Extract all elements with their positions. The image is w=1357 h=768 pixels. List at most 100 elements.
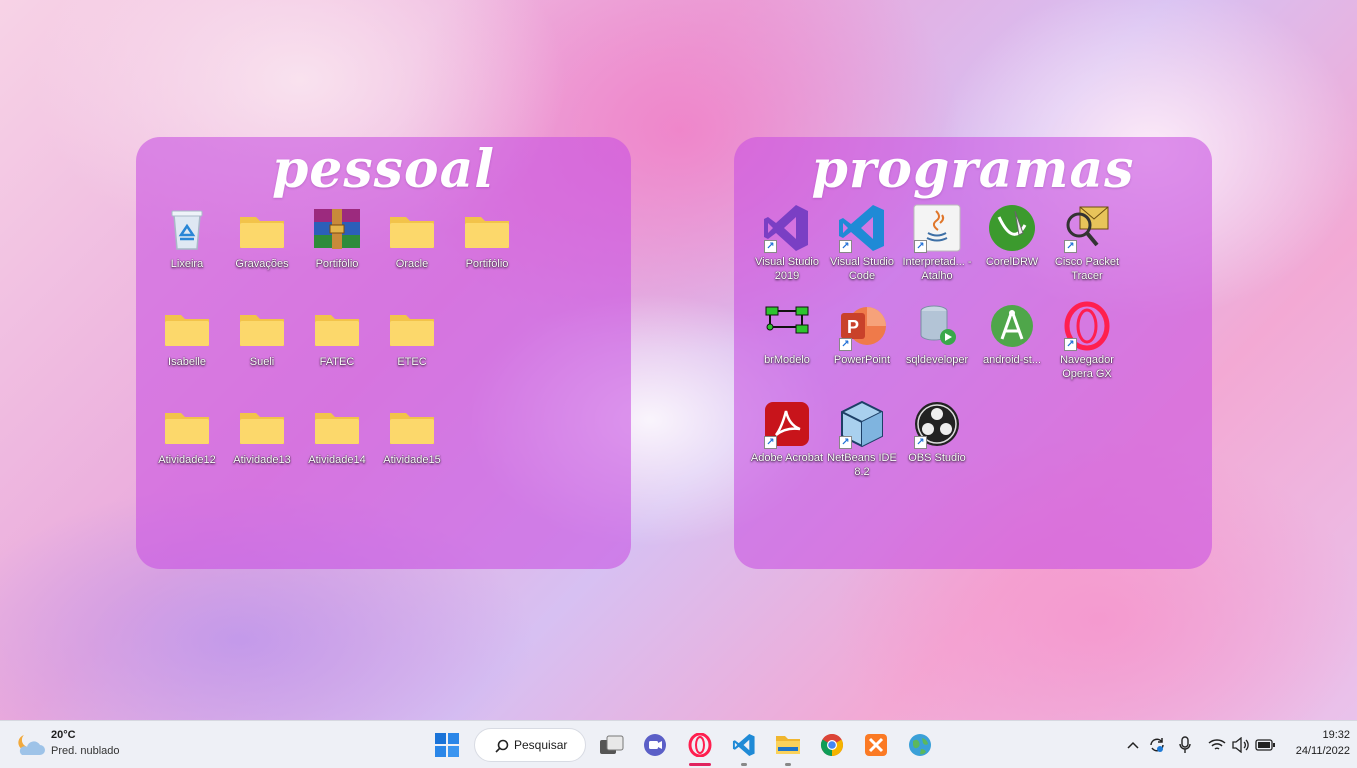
visual-studio-icon: ↗ [762, 203, 812, 253]
icon-label: Cisco Packet Tracer [1054, 256, 1120, 282]
start-button[interactable] [430, 728, 464, 762]
desktop-icon-fatec[interactable]: FATEC [300, 303, 374, 369]
desktop-icon-brmodelo[interactable]: brModelo [750, 301, 824, 367]
icon-label: Navegador Opera GX [1060, 354, 1114, 380]
icon-label: brModelo [764, 354, 810, 366]
desktop-icon-sqldeveloper[interactable]: sqldeveloper [900, 301, 974, 367]
clock-time: 19:32 [1322, 729, 1350, 741]
xampp-icon [865, 734, 887, 756]
desktop-icon-adobe-acrobat[interactable]: ↗ Adobe Acrobat [750, 399, 824, 465]
desktop-icon-coreldraw[interactable]: CorelDRW [975, 203, 1049, 269]
microphone-tray-button[interactable] [1174, 728, 1196, 762]
battery-tray-button[interactable] [1254, 728, 1276, 762]
desktop-icon-portifolio-rar[interactable]: Portifólio [300, 205, 374, 271]
folder-icon [162, 401, 212, 451]
desktop-icon-atividade12[interactable]: Atividade12 [150, 401, 224, 467]
shortcut-arrow-icon: ↗ [914, 240, 927, 253]
desktop-icon-atividade13[interactable]: Atividade13 [225, 401, 299, 467]
desktop-icon-portifolio-folder[interactable]: Portifólio [450, 205, 524, 271]
acrobat-icon: ↗ [762, 399, 812, 449]
packet-tracer-icon: ↗ [1062, 203, 1112, 253]
chevron-up-icon [1127, 741, 1139, 749]
desktop-icon-java[interactable]: ↗ Interpretad... - Atalho [900, 203, 974, 283]
desktop-icon-visual-studio-2019[interactable]: ↗ Visual Studio 2019 [750, 203, 824, 283]
powerpoint-icon: P ↗ [837, 301, 887, 351]
desktop-icon-vscode[interactable]: ↗ Visual Studio Code [825, 203, 899, 283]
xampp-taskbar-button[interactable] [859, 728, 893, 762]
folder-icon [387, 205, 437, 255]
desktop-icon-oracle[interactable]: Oracle [375, 205, 449, 271]
icon-label: Atividade13 [233, 454, 291, 466]
shortcut-arrow-icon: ↗ [764, 240, 777, 253]
sync-icon [1150, 738, 1164, 752]
task-view-button[interactable] [595, 728, 629, 762]
svg-text:P: P [847, 317, 859, 337]
icon-label: Atividade15 [383, 454, 441, 466]
brmodelo-icon [762, 301, 812, 351]
icon-label: Visual Studio 2019 [754, 256, 819, 282]
desktop-icon-cisco-packet-tracer[interactable]: ↗ Cisco Packet Tracer [1050, 203, 1124, 283]
group-panel-programas: programas ↗ Visual Studio 2019 ↗ Visual … [734, 137, 1212, 569]
desktop-icon-lixeira[interactable]: Lixeira [150, 205, 224, 271]
wifi-tray-button[interactable] [1206, 728, 1228, 762]
icon-label: Atividade14 [308, 454, 366, 466]
active-indicator [689, 763, 711, 766]
folder-icon [387, 303, 437, 353]
vscode-taskbar-button[interactable] [727, 728, 761, 766]
shortcut-arrow-icon: ↗ [839, 436, 852, 449]
desktop-icon-obs-studio[interactable]: ↗ OBS Studio [900, 399, 974, 465]
icon-label: Sueli [249, 356, 275, 368]
icon-label: CorelDRW [985, 256, 1039, 268]
opera-icon [688, 733, 712, 757]
partly-cloudy-icon [14, 731, 46, 759]
desktop-icon-android-studio[interactable]: android-st... [975, 301, 1049, 367]
desktop-icon-netbeans[interactable]: ↗ NetBeans IDE 8.2 [825, 399, 899, 479]
icon-label: FATEC [319, 356, 355, 368]
coreldraw-icon [987, 203, 1037, 253]
opera-taskbar-button[interactable] [683, 728, 717, 766]
recycle-bin-icon [162, 205, 212, 255]
icon-label: OBS Studio [908, 452, 966, 464]
group-panel-pessoal: pessoal Lixeira Gravações Portifólio Ora… [136, 137, 631, 569]
vscode-icon [732, 733, 755, 757]
icon-label: Portifólio [315, 258, 359, 270]
desktop-icon-isabelle[interactable]: Isabelle [150, 303, 224, 369]
clock[interactable]: 19:32 24/11/2022 [1282, 727, 1350, 763]
shortcut-arrow-icon: ↗ [839, 338, 852, 351]
shortcut-arrow-icon: ↗ [1064, 240, 1077, 253]
chrome-taskbar-button[interactable] [815, 728, 849, 762]
sync-tray-button[interactable] [1146, 728, 1168, 762]
volume-tray-button[interactable] [1230, 728, 1252, 762]
file-explorer-icon [776, 736, 800, 754]
folder-icon [237, 303, 287, 353]
sqldeveloper-icon [912, 301, 962, 351]
shortcut-arrow-icon: ↗ [764, 436, 777, 449]
show-hidden-icons-button[interactable] [1123, 728, 1143, 762]
open-indicator [785, 763, 791, 766]
icon-label: Adobe Acrobat [750, 452, 824, 464]
weather-temp: 20°C [51, 729, 76, 741]
folder-icon [237, 205, 287, 255]
desktop-icon-atividade15[interactable]: Atividade15 [375, 401, 449, 467]
start-icon [435, 733, 459, 757]
desktop-icon-gravacoes[interactable]: Gravações [225, 205, 299, 271]
weather-widget[interactable]: 20°C Pred. nublado [14, 727, 144, 763]
globe-taskbar-button[interactable] [903, 728, 937, 762]
icon-label: PowerPoint [833, 354, 891, 366]
file-explorer-button[interactable] [771, 728, 805, 766]
folder-icon [462, 205, 512, 255]
folder-icon [387, 401, 437, 451]
desktop-icon-atividade14[interactable]: Atividade14 [300, 401, 374, 467]
teams-chat-button[interactable] [638, 728, 672, 762]
desktop-icon-etec[interactable]: ETEC [375, 303, 449, 369]
folder-icon [237, 401, 287, 451]
volume-icon [1232, 737, 1249, 753]
desktop-icon-opera-gx[interactable]: ↗ Navegador Opera GX [1050, 301, 1124, 381]
icon-label: Lixeira [170, 258, 204, 270]
icon-label: Interpretad... - Atalho [902, 256, 972, 282]
weather-condition: Pred. nublado [51, 745, 120, 757]
winrar-icon [312, 205, 362, 255]
desktop-icon-powerpoint[interactable]: P ↗ PowerPoint [825, 301, 899, 367]
search-box[interactable]: Pesquisar [474, 728, 586, 762]
desktop-icon-sueli[interactable]: Sueli [225, 303, 299, 369]
